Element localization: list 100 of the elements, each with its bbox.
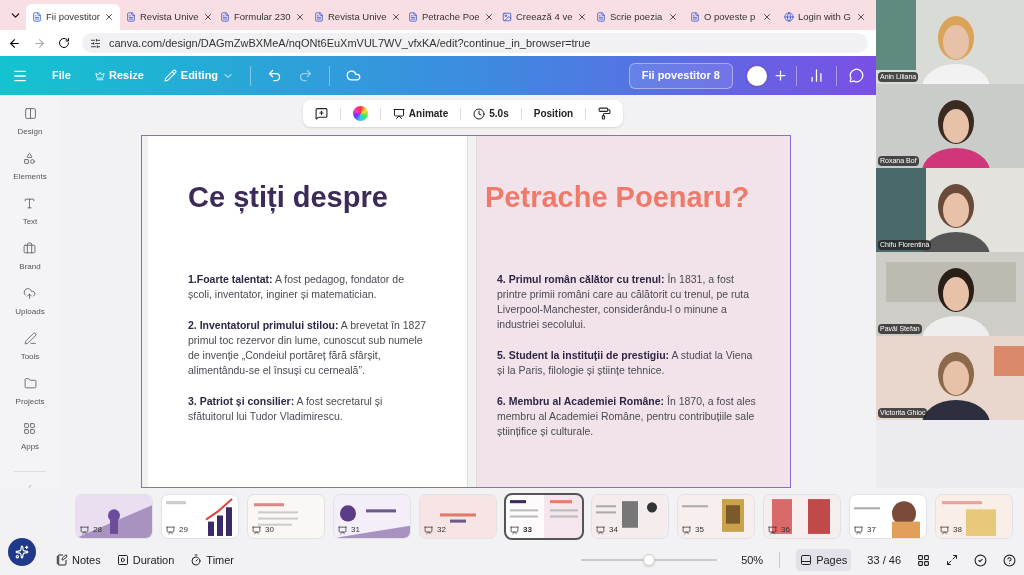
animate-button[interactable]: Animate — [392, 106, 449, 121]
page-number: 34 — [609, 524, 618, 536]
page-thumbnail[interactable]: 28 — [76, 495, 152, 538]
close-icon[interactable] — [483, 12, 494, 22]
fullscreen-icon[interactable] — [946, 554, 958, 566]
browser-tab[interactable]: Creează 4 ve — [496, 4, 590, 30]
reload-icon[interactable] — [58, 37, 70, 49]
help-icon[interactable] — [1003, 553, 1016, 567]
crown-icon — [94, 70, 105, 81]
site-info-icon[interactable] — [90, 37, 101, 49]
page-number: 30 — [265, 524, 274, 536]
page-thumbnail[interactable]: 38 — [936, 495, 1012, 538]
notes-icon — [56, 554, 68, 566]
slideshow-icon — [854, 525, 863, 535]
url-text: canva.com/design/DAGmZwBXMeA/nqONt6EuXmVUL7WV_vfxKA/edit?continue_in_browser=true — [109, 35, 591, 51]
browser-tab[interactable]: Petrache Poe — [402, 4, 496, 30]
tab-title: Login with G — [798, 9, 852, 24]
tab-favicon-icon — [32, 12, 42, 22]
sidebar-item[interactable]: Apps — [20, 422, 40, 453]
page-thumbnail[interactable]: 36 — [764, 495, 840, 538]
tab-title: Fii povestitor — [46, 9, 100, 24]
slide-title: Ce știți despre — [188, 180, 389, 216]
close-icon[interactable] — [390, 12, 401, 22]
page-number: 38 — [953, 524, 962, 536]
slideshow-icon — [80, 525, 89, 535]
comment-icon[interactable] — [849, 68, 864, 83]
tab-favicon-icon — [314, 12, 324, 22]
page-thumbnail[interactable]: 30 — [248, 495, 324, 538]
undo-icon[interactable] — [267, 68, 283, 83]
avatar[interactable] — [745, 63, 769, 88]
add-icon[interactable] — [773, 68, 788, 83]
slider-thumb[interactable] — [643, 554, 656, 566]
browser-tab[interactable]: Fii povestitor — [26, 4, 120, 30]
sidebar-item[interactable]: Uploads — [15, 287, 45, 318]
check-icon[interactable] — [974, 553, 987, 567]
address-field[interactable]: canva.com/design/DAGmZwBXMeA/nqONt6EuXmVUL7WV_vfxKA/edit?continue_in_browser=true — [82, 33, 868, 53]
close-icon[interactable] — [576, 12, 587, 22]
fact-paragraph: 2. Inventatorul primului stilou: A brevetat în 1827 primul toc rezervor din lume, cunoscut sub numele de invenție „Condeiul portăreț fără sfârșit, alimentându-se el însuși cu cerneală”. — [188, 317, 427, 378]
cloud-icon[interactable] — [346, 68, 362, 83]
close-icon[interactable] — [856, 12, 866, 22]
browser-tab[interactable]: O poveste p — [684, 4, 778, 30]
page-number: 36 — [781, 524, 790, 536]
close-icon[interactable] — [104, 12, 114, 22]
sidebar-item[interactable]: Tools — [20, 332, 40, 363]
design-title-button[interactable]: Fii povestitor 8 — [628, 62, 733, 89]
color-wheel-icon[interactable] — [352, 106, 368, 121]
comment-add-icon[interactable] — [314, 107, 328, 120]
close-icon[interactable] — [294, 12, 305, 22]
magic-button[interactable] — [8, 538, 36, 566]
page-thumbnail[interactable]: 35 — [678, 495, 754, 538]
grid-view-icon[interactable] — [917, 553, 930, 567]
slideshow-icon — [510, 525, 519, 535]
close-icon[interactable] — [668, 12, 678, 22]
sidebar-icon — [23, 107, 37, 120]
duration-button[interactable]: 5.0s — [473, 106, 509, 121]
pencil-icon — [163, 69, 177, 82]
tab-favicon-icon — [126, 12, 136, 22]
sidebar-item[interactable]: Brand — [19, 242, 41, 273]
zoom-slider[interactable] — [581, 554, 718, 566]
sidebar-item[interactable]: Design — [17, 107, 43, 138]
chart-icon[interactable] — [809, 68, 824, 83]
page-thumbnail[interactable]: 34 — [592, 495, 668, 538]
notes-button[interactable]: Notes — [56, 551, 101, 569]
sidebar-icon — [23, 377, 37, 390]
sidebar-item[interactable]: Projects — [15, 377, 45, 408]
page-thumbnail[interactable]: 33 — [506, 495, 582, 538]
back-icon[interactable] — [8, 36, 21, 50]
page-number: 33 — [523, 524, 532, 536]
page-thumbnail[interactable]: 31 — [334, 495, 410, 538]
browser-tab[interactable]: Formular 230 — [214, 4, 308, 30]
browser-tab[interactable]: Revista Unive — [120, 4, 214, 30]
page-thumbnail[interactable]: 37 — [850, 495, 926, 538]
slideshow-icon — [338, 525, 347, 535]
close-icon[interactable] — [762, 12, 772, 22]
page-number: 29 — [179, 524, 188, 536]
pages-button[interactable]: Pages — [796, 549, 852, 571]
tab-title: Scrie poezia — [610, 9, 664, 24]
page-thumbnail[interactable]: 29 — [162, 495, 238, 538]
duration-button[interactable]: Duration — [116, 551, 175, 569]
timer-button[interactable]: Timer — [190, 551, 235, 569]
tab-title: Creează 4 ve — [516, 9, 573, 24]
zoom-reading: 50% — [741, 552, 764, 568]
browser-tab[interactable]: Revista Unive — [308, 4, 402, 30]
play-icon — [116, 554, 129, 566]
fact-paragraph: 3. Patriot și consilier: A fost secretarul și sfătuitorul lui Tudor Vladimirescu. — [188, 393, 384, 424]
fact-paragraph: 5. Student la instituții de prestigiu: A studiat la Viena și la Paris, filologie și științe tehnice. — [497, 347, 754, 378]
fact-paragraph: 6. Membru al Academiei Române: În 1870, a fost ales membru al Academiei Române, pentru contribuțiile sale științifice și culturale. — [497, 393, 757, 439]
sidebar-item[interactable]: Text — [22, 197, 38, 228]
sidebar-item[interactable]: Elements — [13, 152, 47, 183]
sidebar-icon — [23, 197, 37, 210]
page-count: 33 / 46 — [867, 552, 901, 568]
browser-tab[interactable]: Scrie poezia — [590, 4, 684, 30]
close-icon[interactable] — [202, 12, 213, 22]
tab-favicon-icon — [408, 12, 418, 22]
browser-tab[interactable]: Login with G — [778, 4, 872, 30]
position-button[interactable]: Position — [533, 106, 574, 121]
paint-roller-icon[interactable] — [598, 107, 612, 120]
slideshow-icon — [424, 525, 433, 535]
fact-paragraph: 1.Foarte talentat: A fost pedagog, fondator de școli, inventator, inginer și matematician. — [188, 271, 405, 302]
page-thumbnail[interactable]: 32 — [420, 495, 496, 538]
